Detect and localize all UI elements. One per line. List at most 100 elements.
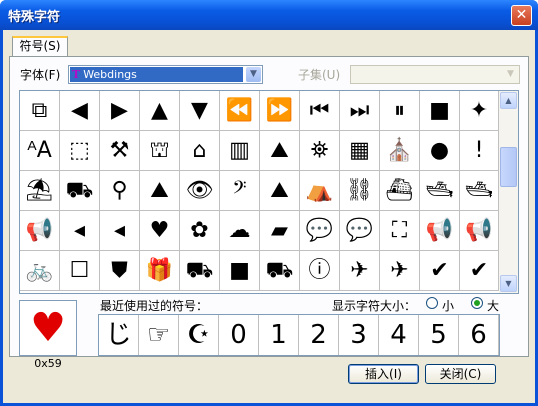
scroll-down-icon[interactable]: ▼	[500, 275, 517, 292]
symbol-cell[interactable]: ⛺	[300, 171, 340, 211]
symbol-cell[interactable]: ⛶	[380, 211, 420, 251]
scroll-thumb[interactable]	[500, 147, 517, 187]
insert-button[interactable]: 插入(I)	[348, 364, 419, 384]
chevron-down-icon: ▼	[503, 67, 518, 82]
symbol-cell[interactable]: ▰	[260, 211, 300, 251]
symbol-cell[interactable]: !	[460, 131, 499, 171]
symbol-preview: ♥	[19, 300, 77, 356]
display-size-label: 显示字符大小：	[332, 299, 417, 313]
symbols-panel: 字体(F) T Webdings ▼ 子集(U) ▼ ⧉ ◀ ▶ ▲ ▼ ⏪ ⏩ ⏮ ⏭ ⏸ ■ ✦ ᴬA…	[9, 56, 529, 370]
symbol-cell[interactable]: ⛊	[100, 251, 140, 291]
recent-symbol[interactable]: じ	[99, 315, 139, 355]
symbol-cell[interactable]: ⏩	[260, 91, 300, 131]
symbol-cell[interactable]: ⛱	[20, 171, 60, 211]
recent-symbols-label: 最近使用过的符号：	[100, 299, 209, 313]
window-title: 特殊字符	[8, 10, 61, 25]
size-large-label: 大	[487, 299, 500, 313]
symbol-cell[interactable]: ▼	[180, 91, 220, 131]
symbol-cell[interactable]: ⛓	[340, 171, 380, 211]
close-window-button[interactable]: ✕	[511, 5, 532, 26]
symbol-cell[interactable]: 🛥	[460, 171, 499, 211]
symbol-cell[interactable]: 📢	[460, 211, 499, 251]
symbol-cell[interactable]: 🛥	[420, 171, 460, 211]
recent-symbol[interactable]: ☪	[179, 315, 219, 355]
size-large-radio[interactable]	[471, 297, 483, 309]
symbol-cell[interactable]: ✈	[340, 251, 380, 291]
symbol-cell[interactable]: ⏸	[380, 91, 420, 131]
symbol-cell[interactable]: ⚒	[100, 131, 140, 171]
symbol-cell[interactable]: ♥	[140, 211, 180, 251]
symbol-cell[interactable]: ⚲	[100, 171, 140, 211]
symbol-cell[interactable]: 𝄢	[220, 171, 260, 211]
recent-symbol[interactable]: 1	[259, 315, 299, 355]
symbol-cell[interactable]: ⛟	[60, 171, 100, 211]
title-bar: 特殊字符 ✕	[0, 0, 538, 30]
symbol-cell[interactable]: ■	[220, 251, 260, 291]
symbol-cell[interactable]: ⛟	[260, 251, 300, 291]
symbol-cell[interactable]: ✦	[460, 91, 499, 131]
symbol-cell[interactable]: 👁	[180, 171, 220, 211]
symbol-cell[interactable]: ◀	[60, 91, 100, 131]
symbol-cell[interactable]: ✔	[460, 251, 499, 291]
symbol-cell[interactable]: ▥	[220, 131, 260, 171]
symbol-cell[interactable]: ᴬA	[20, 131, 60, 171]
symbol-cell[interactable]: ⧉	[20, 91, 60, 131]
symbol-grid[interactable]: ⧉ ◀ ▶ ▲ ▼ ⏪ ⏩ ⏮ ⏭ ⏸ ■ ✦ ᴬA ⬚ ⚒ ⛫ ⌂ ▥ ⛰ ⛯ ▦ ⛪ ●! ⛱ ⛟ ⚲ ⛰ 👁 𝄢 ⛰ ⛺ ⛓ ⛴ 🛥 🛥 📢 ◂ ◂…	[19, 90, 519, 294]
font-label: 字体(F)	[20, 68, 61, 82]
recent-symbol[interactable]: 6	[459, 315, 499, 355]
symbol-cell[interactable]: ⬚	[60, 131, 100, 171]
symbol-cell[interactable]: ⛫	[140, 131, 180, 171]
symbol-cell[interactable]: ⛴	[380, 171, 420, 211]
recent-symbol[interactable]: 4	[379, 315, 419, 355]
tab-symbols[interactable]: 符号(S)	[12, 36, 68, 56]
symbol-cell[interactable]: ⓘ	[300, 251, 340, 291]
symbol-cell[interactable]: ☐	[60, 251, 100, 291]
font-select-value: T Webdings	[70, 67, 243, 82]
font-select[interactable]: T Webdings ▼	[68, 65, 263, 84]
symbol-cell[interactable]: ▶	[100, 91, 140, 131]
symbol-cell[interactable]: 🎁	[140, 251, 180, 291]
recent-symbol[interactable]: ☞	[139, 315, 179, 355]
symbol-cell[interactable]: ●	[420, 131, 460, 171]
symbol-cell[interactable]: ▦	[340, 131, 380, 171]
symbol-cell[interactable]: ▲	[140, 91, 180, 131]
recent-symbol[interactable]: 3	[339, 315, 379, 355]
symbol-cell[interactable]: ⛟	[180, 251, 220, 291]
symbol-cell[interactable]: ☁	[220, 211, 260, 251]
symbol-cell[interactable]: 💬	[300, 211, 340, 251]
dialog-client: 符号(S) 字体(F) T Webdings ▼ 子集(U) ▼ ⧉ ◀ ▶ ▲ ▼ ⏪ ⏩ ⏮…	[3, 30, 535, 403]
symbol-cell[interactable]: 💬	[340, 211, 380, 251]
symbol-cell[interactable]: ■	[420, 91, 460, 131]
symbol-cell[interactable]: ✈	[380, 251, 420, 291]
symbol-cell[interactable]: ⛰	[260, 131, 300, 171]
symbol-cell[interactable]: ◂	[100, 211, 140, 251]
symbol-cell[interactable]: ⏮	[300, 91, 340, 131]
symbol-cell[interactable]: 🚲	[20, 251, 60, 291]
heart-icon: ♥	[30, 305, 66, 351]
recent-symbol[interactable]: 5	[419, 315, 459, 355]
truetype-icon: T	[72, 68, 81, 81]
scroll-up-icon[interactable]: ▲	[500, 92, 517, 109]
symbol-cell[interactable]: ⛰	[140, 171, 180, 211]
close-button[interactable]: 关闭(C)	[425, 364, 496, 384]
symbol-cell[interactable]: ⛰	[260, 171, 300, 211]
special-characters-window: 特殊字符 ✕ 符号(S) 字体(F) T Webdings ▼ 子集(U) ▼ ⧉…	[0, 0, 538, 406]
symbol-cell[interactable]: ⛪	[380, 131, 420, 171]
symbol-cell[interactable]: ✿	[180, 211, 220, 251]
symbol-cell[interactable]: 📢	[20, 211, 60, 251]
symbol-cell[interactable]: ⛯	[300, 131, 340, 171]
font-name: Webdings	[83, 68, 137, 81]
symbol-cell[interactable]: 📢	[420, 211, 460, 251]
recent-symbol[interactable]: 0	[219, 315, 259, 355]
symbol-cell[interactable]: ◂	[60, 211, 100, 251]
grid-scrollbar[interactable]: ▲ ▼	[499, 91, 518, 293]
symbol-cell[interactable]: ⏪	[220, 91, 260, 131]
symbol-cell[interactable]: ⏭	[340, 91, 380, 131]
symbol-cell[interactable]: ⌂	[180, 131, 220, 171]
chevron-down-icon[interactable]: ▼	[246, 67, 261, 82]
subset-select: ▼	[350, 65, 520, 84]
size-small-radio[interactable]	[426, 297, 438, 309]
recent-symbol[interactable]: 2	[299, 315, 339, 355]
symbol-cell[interactable]: ✔	[420, 251, 460, 291]
symbol-code: 0x59	[34, 357, 62, 370]
